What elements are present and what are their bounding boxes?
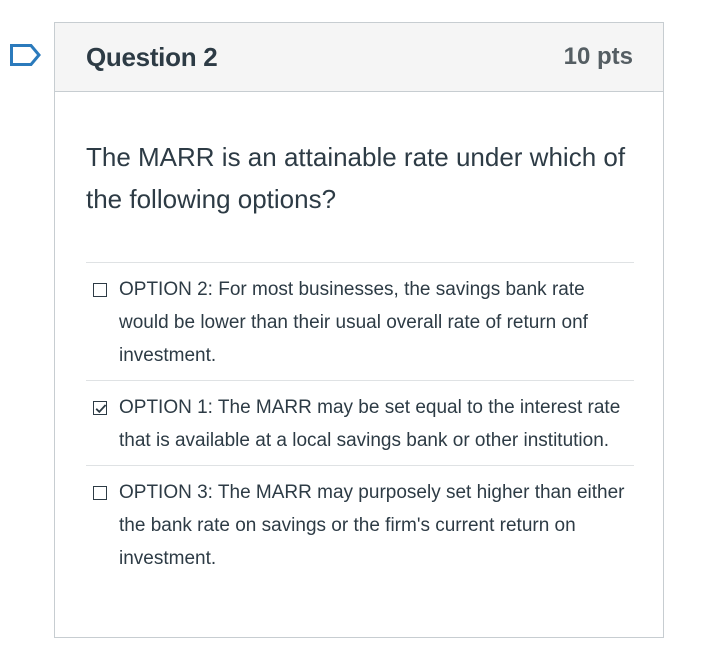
- question-title: Question 2: [86, 41, 218, 72]
- checkbox-icon[interactable]: [93, 486, 107, 500]
- answer-option[interactable]: OPTION 1: The MARR may be set equal to t…: [86, 380, 634, 465]
- question-card: Question 2 10 pts The MARR is an attaina…: [54, 22, 664, 638]
- answer-option[interactable]: OPTION 2: For most businesses, the savin…: [86, 262, 634, 380]
- answer-label: OPTION 2: For most businesses, the savin…: [119, 279, 588, 366]
- checkbox-icon[interactable]: [93, 401, 107, 415]
- answer-label: OPTION 3: The MARR may purposely set hig…: [119, 482, 625, 569]
- question-points: 10 pts: [563, 43, 633, 70]
- answer-list: OPTION 2: For most businesses, the savin…: [86, 262, 634, 583]
- question-text: The MARR is an attainable rate under whi…: [86, 142, 626, 214]
- question-header: Question 2 10 pts: [55, 23, 663, 92]
- question-body: The MARR is an attainable rate under whi…: [55, 136, 663, 583]
- answer-option[interactable]: OPTION 3: The MARR may purposely set hig…: [86, 465, 634, 583]
- checkbox-icon[interactable]: [93, 283, 107, 297]
- flag-question-icon[interactable]: [10, 41, 42, 69]
- answer-label: OPTION 1: The MARR may be set equal to t…: [119, 397, 621, 451]
- checkmark-icon: [95, 404, 107, 414]
